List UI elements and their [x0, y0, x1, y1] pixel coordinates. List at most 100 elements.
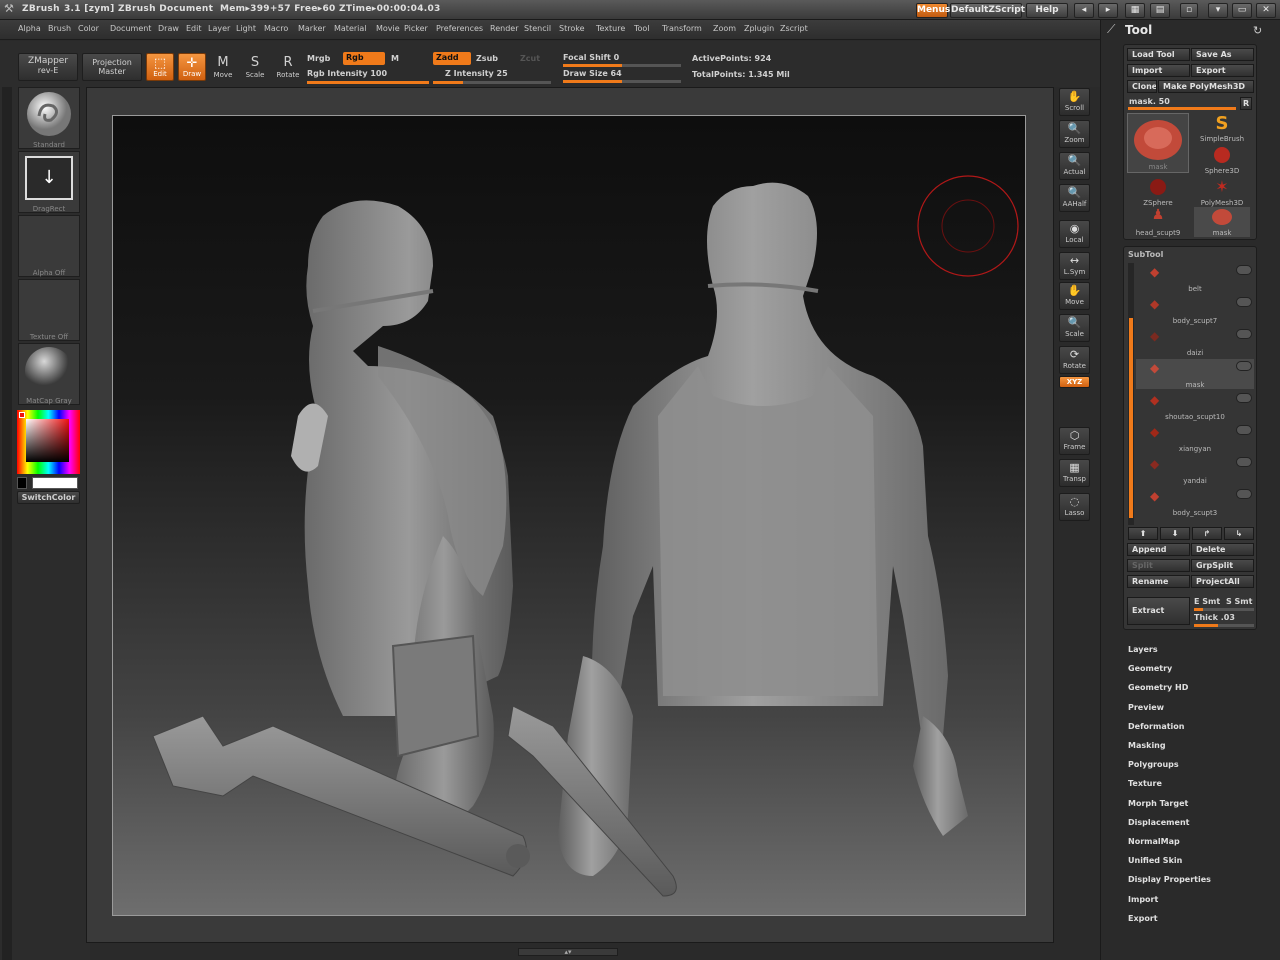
menu-picker[interactable]: Picker [404, 24, 428, 33]
refresh-icon[interactable]: ↻ [1253, 24, 1262, 37]
minimize-button[interactable]: ▾ [1208, 3, 1228, 18]
menu-stroke[interactable]: Stroke [559, 24, 585, 33]
menu-edit[interactable]: Edit [186, 24, 202, 33]
subpalette-displacement[interactable]: Displacement [1128, 818, 1189, 827]
zsub-toggle[interactable]: Zsub [476, 54, 498, 63]
menu-material[interactable]: Material [334, 24, 367, 33]
shelf-transp-button[interactable]: ▦ Transp [1059, 459, 1090, 487]
clone-button[interactable]: Clone [1127, 80, 1157, 93]
visibility-eye-icon[interactable] [1236, 457, 1252, 467]
texture-selector[interactable]: Texture Off [18, 279, 80, 341]
draw-button[interactable]: ✛ Draw [178, 53, 206, 81]
subpalette-deformation[interactable]: Deformation [1128, 722, 1184, 731]
smt-slider[interactable] [1194, 608, 1254, 611]
menu-stencil[interactable]: Stencil [524, 24, 551, 33]
subtool-item[interactable]: ◆ xiangyan [1136, 423, 1254, 453]
visibility-eye-icon[interactable] [1236, 393, 1252, 403]
mrgb-toggle[interactable]: Mrgb [307, 54, 330, 63]
subtool-item[interactable]: ◆ body_scupt7 [1136, 295, 1254, 325]
tool-head-scupt9[interactable]: ♟ head_scupt9 [1130, 207, 1186, 237]
subtool-scrollbar-thumb[interactable] [1129, 318, 1133, 518]
shelf-local-button[interactable]: ◉ Local [1059, 220, 1090, 248]
rotate-button[interactable]: R Rotate [274, 53, 302, 81]
subtool-item[interactable]: ◆ body_scupt3 [1136, 487, 1254, 517]
secondary-color-swatch[interactable] [17, 477, 27, 489]
subpalette-normalmap[interactable]: NormalMap [1128, 837, 1180, 846]
subpalette-unified-skin[interactable]: Unified Skin [1128, 856, 1182, 865]
default-zscript-button[interactable]: DefaultZScript [950, 3, 1025, 18]
subtool-item[interactable]: ◆ belt [1136, 263, 1254, 293]
menus-button[interactable]: Menus [916, 3, 950, 18]
subpalette-texture[interactable]: Texture [1128, 779, 1162, 788]
brush-selector[interactable]: Standard [18, 87, 80, 149]
mask-slider[interactable] [1128, 107, 1236, 110]
menu-tool[interactable]: Tool [634, 24, 650, 33]
focal-shift-slider[interactable] [563, 64, 681, 67]
menu-movie[interactable]: Movie [376, 24, 400, 33]
save-as-button[interactable]: Save As [1191, 48, 1254, 61]
subpalette-import[interactable]: Import [1128, 895, 1158, 904]
main-color-swatch[interactable] [32, 477, 78, 489]
subpalette-polygroups[interactable]: Polygroups [1128, 760, 1179, 769]
shelf-aahalf-button[interactable]: 🔍 AAHalf [1059, 184, 1090, 212]
export-button[interactable]: Export [1191, 64, 1254, 77]
import-button[interactable]: Import [1127, 64, 1190, 77]
menu-alpha[interactable]: Alpha [18, 24, 41, 33]
viewport[interactable] [112, 115, 1026, 916]
z-intensity-slider[interactable] [433, 81, 551, 84]
subtool-down-button[interactable]: ⬇ [1160, 527, 1190, 540]
draw-size-slider[interactable] [563, 80, 681, 83]
mask-reset-button[interactable]: R [1240, 97, 1252, 110]
shelf-scale-button[interactable]: 🔍 Scale [1059, 314, 1090, 342]
delete-button[interactable]: Delete [1191, 543, 1254, 556]
edit-button[interactable]: ⬚ Edit [146, 53, 174, 81]
rename-button[interactable]: Rename [1127, 575, 1190, 588]
help-button[interactable]: Help [1026, 3, 1068, 18]
subtool-item[interactable]: ◆ mask [1136, 359, 1254, 389]
e-smt-toggle[interactable]: E Smt [1194, 597, 1220, 606]
menu-zoom[interactable]: Zoom [713, 24, 736, 33]
projection-master-button[interactable]: Projection Master [82, 53, 142, 81]
maximize-button[interactable]: ▭ [1232, 3, 1252, 18]
move-button[interactable]: M Move [210, 53, 236, 81]
thick-slider[interactable] [1194, 624, 1254, 627]
shelf-lsym-button[interactable]: ↔ L.Sym [1059, 252, 1090, 280]
close-button[interactable]: ✕ [1256, 3, 1276, 18]
visibility-eye-icon[interactable] [1236, 489, 1252, 499]
material-selector[interactable]: MatCap Gray [18, 343, 80, 405]
visibility-eye-icon[interactable] [1236, 329, 1252, 339]
menu-macro[interactable]: Macro [264, 24, 288, 33]
shelf-zoom-button[interactable]: 🔍 Zoom [1059, 120, 1090, 148]
make-polymesh-button[interactable]: Make PolyMesh3D [1158, 80, 1254, 93]
subpalette-morph-target[interactable]: Morph Target [1128, 799, 1188, 808]
subtool-scrollbar[interactable] [1128, 263, 1134, 525]
subtool-item[interactable]: ◆ daizi [1136, 327, 1254, 357]
color-picker-square[interactable] [26, 419, 69, 462]
subtool-item[interactable]: ◆ yandai [1136, 455, 1254, 485]
menu-layer[interactable]: Layer [208, 24, 230, 33]
subtool-move-up-button[interactable]: ↱ [1192, 527, 1222, 540]
left-tray-handle[interactable] [2, 87, 12, 960]
zcut-toggle[interactable]: Zcut [520, 54, 540, 63]
menu-transform[interactable]: Transform [662, 24, 702, 33]
menu-render[interactable]: Render [490, 24, 518, 33]
tool-polymesh3d[interactable]: ✶ PolyMesh3D [1194, 177, 1250, 207]
current-tool-thumbnail[interactable]: mask [1127, 113, 1189, 173]
subpalette-geometry[interactable]: Geometry [1128, 664, 1172, 673]
layout-b-button[interactable]: ▤ [1150, 3, 1170, 18]
menu-document[interactable]: Document [110, 24, 151, 33]
shelf-move-button[interactable]: ✋ Move [1059, 282, 1090, 310]
sculpt-model[interactable] [113, 116, 1026, 916]
subpalette-masking[interactable]: Masking [1128, 741, 1166, 750]
visibility-eye-icon[interactable] [1236, 297, 1252, 307]
rgb-toggle[interactable]: Rgb [343, 52, 385, 65]
split-button[interactable]: Split [1127, 559, 1190, 572]
bottom-tray-handle[interactable]: ▴▾ [518, 948, 618, 956]
visibility-eye-icon[interactable] [1236, 425, 1252, 435]
color-picker[interactable] [17, 410, 80, 474]
shelf-lasso-button[interactable]: ◌ Lasso [1059, 493, 1090, 521]
menu-zplugin[interactable]: Zplugin [744, 24, 774, 33]
shelf-actual-button[interactable]: 🔍 Actual [1059, 152, 1090, 180]
layout-next-button[interactable]: ▸ [1098, 3, 1118, 18]
subpalette-geometry-hd[interactable]: Geometry HD [1128, 683, 1188, 692]
